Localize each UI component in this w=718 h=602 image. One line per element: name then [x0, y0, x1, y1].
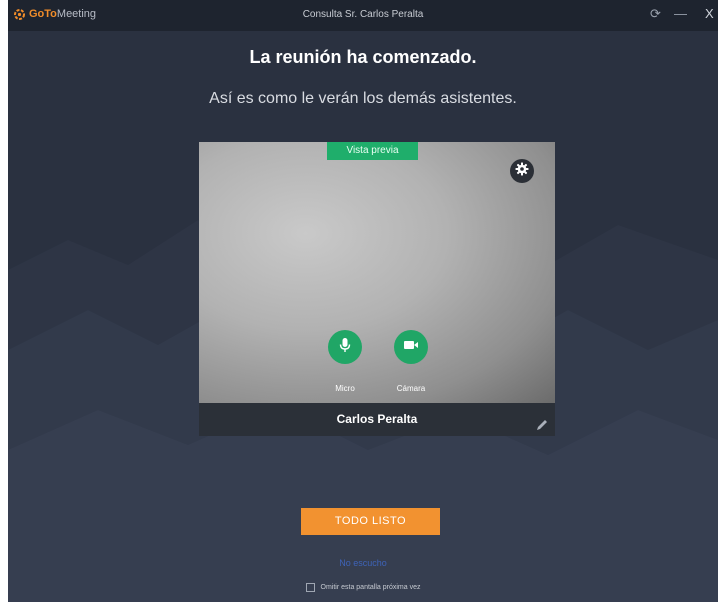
- title-bar: GoTo Meeting Consulta Sr. Carlos Peralta …: [8, 0, 718, 31]
- app-window: GoTo Meeting Consulta Sr. Carlos Peralta …: [8, 0, 718, 602]
- gear-icon: [515, 162, 529, 181]
- close-button[interactable]: X: [705, 6, 714, 22]
- skip-screen-checkbox[interactable]: [305, 583, 315, 592]
- participant-name: Carlos Peralta: [336, 412, 418, 426]
- camera-toggle-button[interactable]: [394, 330, 428, 364]
- microphone-toggle-button[interactable]: [328, 330, 362, 364]
- page-subtitle: Así es como le verán los demás asistente…: [209, 90, 517, 107]
- settings-button[interactable]: [510, 159, 534, 183]
- video-preview-panel: Vista previa Micro Cámara Carlos Peralta: [199, 142, 555, 436]
- pencil-icon[interactable]: [535, 412, 549, 430]
- video-camera-icon: [403, 338, 419, 356]
- camera-video: Vista previa Micro Cámara: [199, 142, 555, 403]
- restore-button[interactable]: ⟳: [650, 6, 661, 22]
- skip-screen-label: Omitir esta pantalla próxima vez: [320, 584, 421, 591]
- microphone-label: Micro: [335, 384, 355, 393]
- help-link[interactable]: No escucho: [8, 558, 718, 568]
- microphone-icon: [338, 337, 352, 358]
- minimize-button[interactable]: —: [674, 6, 687, 22]
- camera-label: Cámara: [396, 384, 426, 393]
- page-title: La reunión ha comenzado.: [249, 47, 477, 67]
- window-title: Consulta Sr. Carlos Peralta: [302, 9, 424, 20]
- skip-screen-option[interactable]: Omitir esta pantalla próxima vez: [8, 583, 718, 592]
- participant-name-bar: Carlos Peralta: [199, 403, 555, 436]
- preview-tag: Vista previa: [327, 142, 418, 160]
- all-ready-button[interactable]: TODO LISTO: [301, 508, 440, 535]
